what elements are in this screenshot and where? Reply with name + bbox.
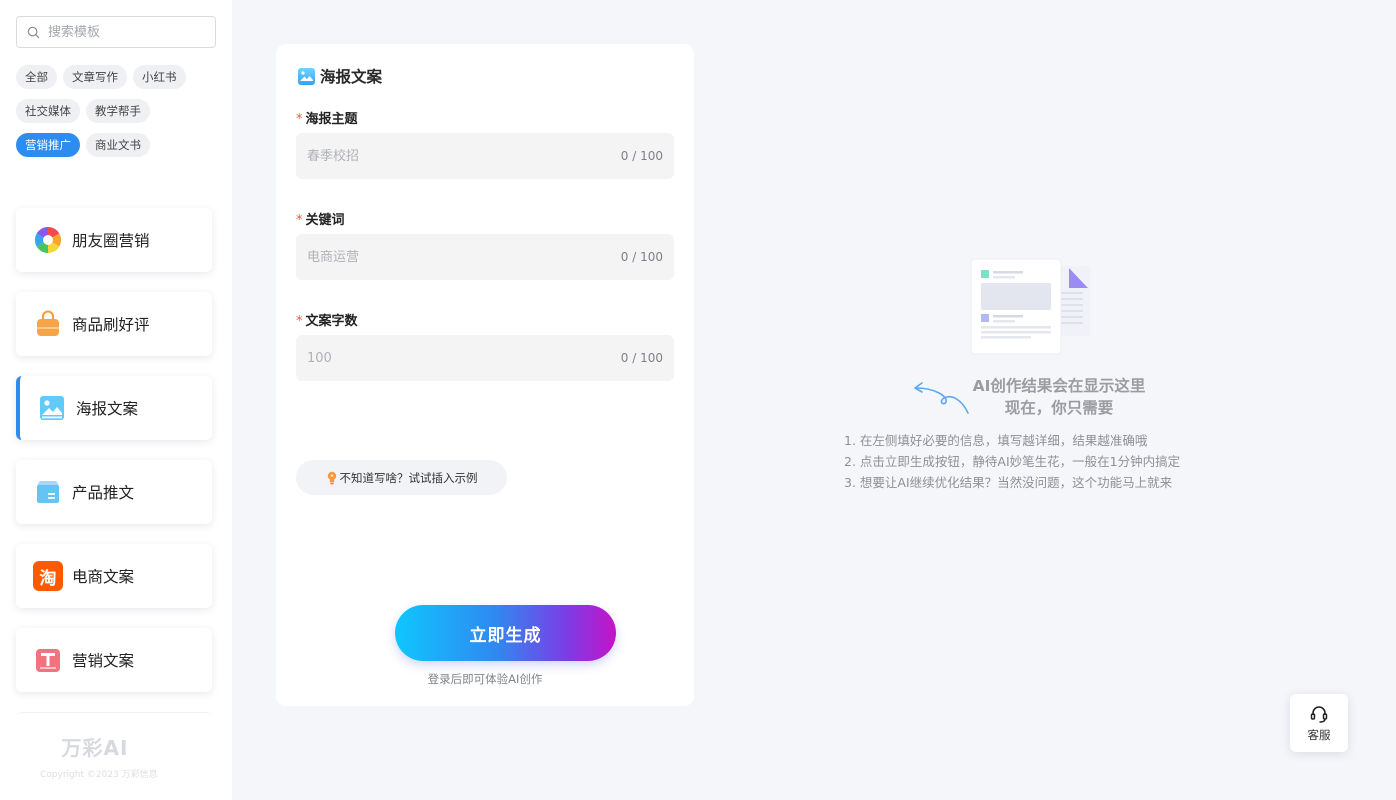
- char-count: 0 / 100: [620, 351, 663, 365]
- tag-xiaohongshu[interactable]: 小红书: [133, 65, 186, 89]
- tag-row: 全部 文章写作 小红书: [16, 65, 222, 89]
- template-label: 营销文案: [72, 652, 135, 670]
- brand-footer: 万彩AI Copyright ©2023 万彩信息: [40, 732, 170, 780]
- template-card-ecommerce-copy[interactable]: 淘 电商文案: [16, 544, 212, 608]
- tag-teaching-helper[interactable]: 教学帮手: [86, 99, 150, 123]
- template-card-product-tweet[interactable]: 产品推文: [16, 460, 212, 524]
- result-title-line2: 现在，你只需要: [1004, 399, 1114, 417]
- empty-document-illustration: [970, 258, 1090, 355]
- instruction-step: 3. 想要让AI继续优化结果？当然没问题，这个功能马上就来: [844, 475, 1173, 490]
- template-label: 商品刷好评: [72, 316, 150, 334]
- keywords-input[interactable]: [307, 249, 597, 265]
- template-label: 海报文案: [76, 400, 139, 418]
- search-icon: [27, 26, 40, 38]
- aperture-icon: [33, 225, 63, 255]
- panel-title: 海报文案: [298, 65, 382, 87]
- field-label-poster-topic: * 海报主题: [296, 108, 358, 127]
- tag-row: 营销推广 商业文书: [16, 133, 222, 157]
- copyright-text: Copyright ©2023 万彩信息: [40, 770, 158, 780]
- brand-logo: 万彩AI: [61, 736, 129, 760]
- field-label-word-count: * 文案字数: [296, 310, 358, 329]
- form-panel: 海报文案 *海报主题 0 / 100 *关键词 0 / 100 *文案字数 0 …: [276, 44, 694, 706]
- poster-image-icon: [37, 393, 67, 423]
- keywords-field[interactable]: 0 / 100: [296, 234, 674, 280]
- template-card-partial: [16, 712, 212, 722]
- required-mark: *: [296, 314, 303, 329]
- category-tags: 全部 文章写作 小红书 社交媒体 教学帮手 营销推广 商业文书: [16, 65, 222, 167]
- insert-example-label: 不知道写啥？试试插入示例: [339, 470, 478, 485]
- word-count-field[interactable]: 0 / 100: [296, 335, 674, 381]
- instruction-steps: 1. 在左侧填好必要的信息，填写越详细，结果越准确哦 2. 点击立即生成按钮，静…: [844, 430, 1180, 493]
- template-list: 朋友圈营销 商品刷好评 海报文案 产品推文 淘 电商文案 营销文案: [16, 208, 212, 722]
- result-placeholder-title: AI创作结果会在显示这里 现在，你只需要: [900, 375, 1200, 419]
- result-title-line1: AI创作结果会在显示这里: [972, 377, 1146, 395]
- tag-social-media[interactable]: 社交媒体: [16, 99, 80, 123]
- instruction-step: 2. 点击立即生成按钮，静待AI妙笔生花，一般在1分钟内搞定: [844, 454, 1181, 469]
- poster-topic-field[interactable]: 0 / 100: [296, 133, 674, 179]
- tag-business-docs[interactable]: 商业文书: [86, 133, 150, 157]
- char-count: 0 / 100: [620, 250, 663, 264]
- template-label: 朋友圈营销: [72, 232, 150, 250]
- tag-article-writing[interactable]: 文章写作: [63, 65, 127, 89]
- char-count: 0 / 100: [620, 149, 663, 163]
- field-label-text: 关键词: [305, 213, 345, 228]
- tag-all[interactable]: 全部: [16, 65, 57, 89]
- login-tip: 登录后即可体验AI创作: [427, 672, 543, 686]
- required-mark: *: [296, 213, 303, 228]
- search-input[interactable]: [48, 24, 208, 40]
- field-label-keywords: * 关键词: [296, 209, 345, 228]
- field-label-text: 海报主题: [305, 112, 358, 127]
- template-card-poster-copy[interactable]: 海报文案: [16, 376, 212, 440]
- shopping-bag-icon: [33, 309, 63, 339]
- field-label-text: 文案字数: [305, 314, 358, 329]
- insert-example-button[interactable]: 不知道写啥？试试插入示例: [296, 460, 507, 495]
- poster-image-icon: [298, 67, 315, 85]
- sidebar: 全部 文章写作 小红书 社交媒体 教学帮手 营销推广 商业文书: [0, 0, 232, 800]
- panel-title-text: 海报文案: [320, 68, 383, 86]
- product-box-icon: [33, 477, 63, 507]
- instruction-step: 1. 在左侧填好必要的信息，填写越详细，结果越准确哦: [844, 433, 1148, 448]
- required-mark: *: [296, 112, 303, 127]
- marketing-t-icon: [33, 645, 63, 675]
- word-count-input[interactable]: [307, 350, 597, 366]
- template-label: 产品推文: [72, 484, 135, 502]
- template-label: 电商文案: [72, 568, 135, 586]
- headset-icon: [1310, 705, 1328, 723]
- template-search[interactable]: [16, 16, 216, 48]
- lightbulb-icon: [327, 471, 336, 484]
- customer-service-button[interactable]: 客服: [1290, 694, 1348, 752]
- template-card-moments-marketing[interactable]: 朋友圈营销: [16, 208, 212, 272]
- tag-row: 社交媒体 教学帮手: [16, 99, 222, 123]
- customer-service-label: 客服: [1307, 727, 1331, 742]
- template-card-marketing-copy[interactable]: 营销文案: [16, 628, 212, 692]
- tag-marketing[interactable]: 营销推广: [16, 133, 80, 157]
- poster-topic-input[interactable]: [307, 148, 597, 164]
- generate-button[interactable]: 立即生成: [395, 605, 616, 661]
- template-card-product-reviews[interactable]: 商品刷好评: [16, 292, 212, 356]
- taobao-icon: 淘: [33, 561, 63, 591]
